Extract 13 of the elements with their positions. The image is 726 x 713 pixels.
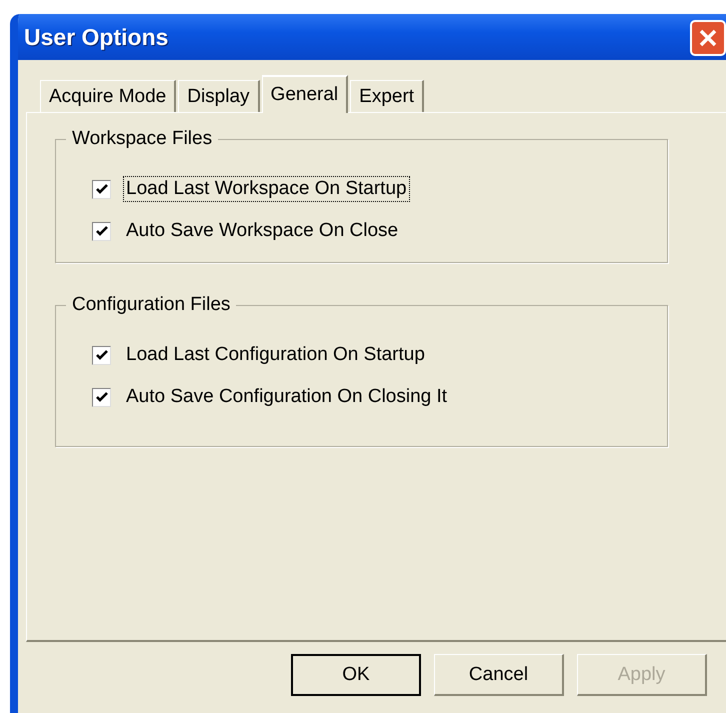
tab[interactable]: Expert (350, 80, 424, 112)
tab[interactable]: Acquire Mode (40, 80, 176, 112)
dialog-button[interactable]: OK (291, 654, 421, 696)
group-title: Configuration Files (66, 294, 236, 316)
checkbox-label[interactable]: Auto Save Workspace On Close (123, 218, 402, 244)
checkbox-label[interactable]: Auto Save Configuration On Closing It (123, 384, 450, 410)
tab[interactable]: Display (178, 80, 260, 112)
dialog-button[interactable]: Cancel (434, 654, 564, 696)
group-title: Workspace Files (66, 128, 218, 150)
checkbox-label[interactable]: Load Last Configuration On Startup (123, 342, 428, 368)
window-title: User Options (24, 24, 168, 50)
checkbox-label[interactable]: Load Last Workspace On Startup (123, 176, 410, 202)
tab[interactable]: General (262, 75, 348, 113)
